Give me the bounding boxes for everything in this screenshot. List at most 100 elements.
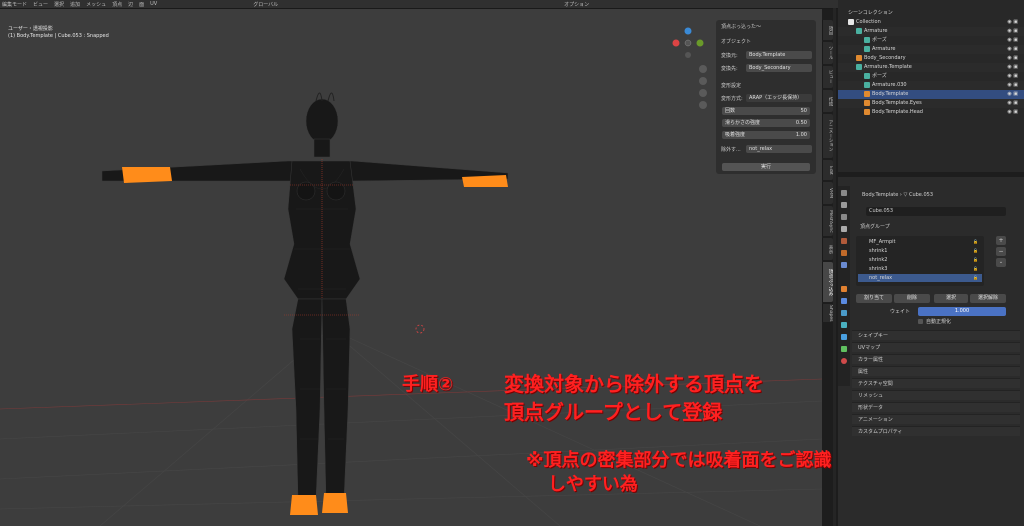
remove-group-button[interactable]: −	[996, 247, 1006, 256]
outliner-row[interactable]: Armature.030 ◉ ▣	[838, 81, 1024, 90]
options-menu[interactable]: オプション	[564, 1, 589, 8]
material-tab-icon[interactable]	[841, 358, 847, 364]
modifier-wrench-icon[interactable]	[841, 298, 847, 304]
transform-orientation-select[interactable]: グローバル	[253, 1, 278, 8]
mode-select[interactable]: 編集モード	[2, 1, 27, 8]
menu-vertex[interactable]: 頂点	[112, 1, 122, 8]
tab-vertex-tool[interactable]: 頂点ぶっ込み	[822, 262, 833, 302]
mesh-name-field[interactable]: Cube.053	[866, 207, 1006, 216]
normalize-label: 自動正規化	[926, 319, 952, 325]
adsorb-field[interactable]: 吸着強度 1.00	[722, 131, 810, 139]
outliner-row[interactable]: ポーズ ◉ ▣	[838, 72, 1024, 81]
smooth-field[interactable]: 滑らかさの強度 0.50	[722, 119, 810, 127]
vertex-group-row[interactable]: shrink1 🔓	[858, 247, 982, 255]
deform-method-select[interactable]: ARAP（エッジ長保持）	[746, 94, 812, 102]
outliner-row[interactable]: Body.Template.Head ◉ ▣	[838, 108, 1024, 117]
properties-section[interactable]: リメッシュ	[852, 390, 1020, 400]
properties-section[interactable]: カラー属性	[852, 354, 1020, 364]
select-button[interactable]: 選択	[934, 294, 968, 303]
menu-edge[interactable]: 辺	[128, 1, 133, 8]
tab-create[interactable]: 作成	[822, 90, 833, 112]
chevron-down-icon[interactable]: ⌄	[996, 258, 1006, 267]
lock-icon[interactable]: 🔓	[973, 238, 978, 246]
run-button[interactable]: 実行	[722, 163, 810, 171]
visibility-eye-icon[interactable]: ◉ ▣	[1007, 45, 1018, 54]
tab-meshsync[interactable]: MeshSync	[822, 206, 833, 236]
object-tab-icon[interactable]	[841, 286, 847, 292]
remove-button[interactable]: 削除	[894, 294, 930, 303]
outliner-row[interactable]: Collection ◉ ▣	[838, 18, 1024, 27]
properties-section[interactable]: カスタムプロパティ	[852, 426, 1020, 436]
menu-select[interactable]: 選択	[54, 1, 64, 8]
vertex-group-row[interactable]: not_relax 🔓	[858, 274, 982, 282]
outliner-row[interactable]: Armature ◉ ▣	[838, 45, 1024, 54]
outliner-row[interactable]: Body.Template ◉ ▣	[838, 90, 1024, 99]
menu-view[interactable]: ビュー	[33, 1, 48, 8]
tab-view[interactable]: ビュー	[822, 66, 833, 88]
normalize-checkbox[interactable]	[918, 319, 923, 324]
menu-face[interactable]: 面	[139, 1, 144, 8]
properties-section[interactable]: アニメーション	[852, 414, 1020, 424]
properties-section[interactable]: 形状データ	[852, 402, 1020, 412]
visibility-eye-icon[interactable]: ◉ ▣	[1007, 27, 1018, 36]
vertex-group-row[interactable]: MF_Armpit 🔓	[858, 238, 982, 246]
outliner-row[interactable]: Armature ◉ ▣	[838, 27, 1024, 36]
view-layer-tab-icon[interactable]	[841, 226, 847, 232]
visibility-eye-icon[interactable]: ◉ ▣	[1007, 81, 1018, 90]
tab-shapes[interactable]: Shapes	[822, 304, 833, 322]
properties-section[interactable]: シェイプキー	[852, 330, 1020, 340]
constraints-tab-icon[interactable]	[841, 334, 847, 340]
menu-mesh[interactable]: メッシュ	[86, 1, 106, 8]
tab-item[interactable]: 項目	[822, 20, 833, 40]
render-tab-icon[interactable]	[841, 202, 847, 208]
lock-icon[interactable]: 🔓	[973, 247, 978, 255]
visibility-eye-icon[interactable]: ◉ ▣	[1007, 99, 1018, 108]
outliner-row[interactable]: Armature.Template ◉ ▣	[838, 63, 1024, 72]
lock-icon[interactable]: 🔓	[973, 274, 978, 282]
tab-tool[interactable]: ツール	[822, 42, 833, 64]
visibility-eye-icon[interactable]: ◉ ▣	[1007, 36, 1018, 45]
tab-animation[interactable]: アニメーション	[822, 114, 833, 158]
exclude-field[interactable]: not_relax	[746, 145, 812, 153]
to-field[interactable]: Body_Secondary	[746, 64, 812, 72]
lock-icon[interactable]: 🔓	[973, 256, 978, 264]
visibility-eye-icon[interactable]: ◉ ▣	[1007, 54, 1018, 63]
tab-display[interactable]: 表示	[822, 238, 833, 260]
lock-icon[interactable]: 🔓	[973, 265, 978, 273]
physics-tab-icon[interactable]	[841, 322, 847, 328]
assign-button[interactable]: 割り当て	[856, 294, 892, 303]
visibility-eye-icon[interactable]: ◉ ▣	[1007, 108, 1018, 117]
from-field[interactable]: Body.Template	[746, 51, 812, 59]
menu-add[interactable]: 追加	[70, 1, 80, 8]
weight-slider[interactable]: 1.000	[918, 307, 1006, 316]
outliner-scene-collection[interactable]: シーンコレクション	[838, 9, 1024, 18]
particles-tab-icon[interactable]	[841, 310, 847, 316]
visibility-eye-icon[interactable]: ◉ ▣	[1007, 63, 1018, 72]
world-tab-icon[interactable]	[841, 250, 847, 256]
outliner-row[interactable]: Body.Template.Eyes ◉ ▣	[838, 99, 1024, 108]
properties-section[interactable]: 属性	[852, 366, 1020, 376]
outliner-row[interactable]: ポーズ ◉ ▣	[838, 36, 1024, 45]
iterations-field[interactable]: 回数 50	[722, 107, 810, 115]
mesh-data-tab-icon[interactable]	[841, 346, 847, 352]
visibility-eye-icon[interactable]: ◉ ▣	[1007, 18, 1018, 27]
tool-tab-icon[interactable]	[841, 190, 847, 196]
outliner-row[interactable]: Body_Secondary ◉ ▣	[838, 54, 1024, 63]
visibility-eye-icon[interactable]: ◉ ▣	[1007, 72, 1018, 81]
deselect-button[interactable]: 選択解除	[970, 294, 1006, 303]
add-group-button[interactable]: +	[996, 236, 1006, 245]
tab-edit[interactable]: Edit	[822, 160, 833, 180]
tab-vrm[interactable]: VRM	[822, 182, 833, 204]
vertex-group-row[interactable]: shrink2 🔓	[858, 256, 982, 264]
menu-uv[interactable]: UV	[150, 1, 157, 7]
operator-title[interactable]: 頂点ぶっ込った〜	[721, 23, 761, 30]
vertex-groups-header[interactable]: 頂点グループ	[852, 222, 1020, 232]
collection-tab-icon[interactable]	[841, 262, 847, 268]
properties-section[interactable]: テクスチャ空間	[852, 378, 1020, 388]
scene-tab-icon[interactable]	[841, 238, 847, 244]
output-tab-icon[interactable]	[841, 214, 847, 220]
vertex-group-row[interactable]: shrink3 🔓	[858, 265, 982, 273]
visibility-eye-icon[interactable]: ◉ ▣	[1007, 90, 1018, 99]
viewport-scrollbar[interactable]	[833, 8, 836, 526]
properties-section[interactable]: UVマップ	[852, 342, 1020, 352]
